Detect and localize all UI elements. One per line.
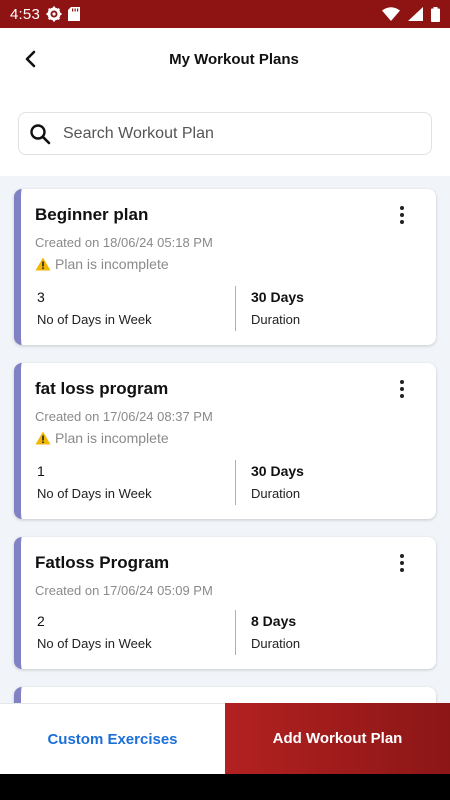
days-in-week-label: No of Days in Week <box>37 636 152 651</box>
stat-divider <box>235 610 236 655</box>
days-in-week-value: 3 <box>37 289 45 305</box>
sd-card-icon <box>68 7 80 21</box>
wifi-icon <box>382 7 400 21</box>
warning-icon <box>35 431 51 445</box>
days-in-week-stat: 3 No of Days in Week <box>37 289 152 327</box>
days-in-week-stat: 1 No of Days in Week <box>37 463 152 501</box>
plan-card[interactable] <box>14 687 436 703</box>
search-box[interactable] <box>18 112 432 155</box>
plan-warning: Plan is incomplete <box>35 430 169 446</box>
duration-value: 8 Days <box>251 613 297 629</box>
system-navigation-bar <box>0 774 450 800</box>
search-icon <box>30 123 51 144</box>
plan-warning-text: Plan is incomplete <box>55 430 169 446</box>
custom-exercises-button[interactable]: Custom Exercises <box>0 703 225 774</box>
duration-label: Duration <box>251 312 301 327</box>
plan-name: Fatloss Program <box>35 553 170 572</box>
plan-name: Beginner plan <box>35 205 149 224</box>
stat-divider <box>235 286 236 331</box>
days-in-week-value: 1 <box>37 463 45 479</box>
battery-icon <box>431 6 440 22</box>
signal-icon <box>408 7 423 21</box>
app-bar: My Workout Plans <box>0 28 450 90</box>
chevron-left-icon <box>25 50 36 68</box>
warning-icon <box>35 257 51 271</box>
plan-created-date: Created on 17/06/24 08:37 PM <box>35 409 213 424</box>
duration-stat: 30 Days Duration <box>251 289 304 327</box>
status-bar: 4:53 <box>0 0 450 28</box>
plan-card[interactable]: fat loss program Created on 17/06/24 08:… <box>14 363 436 519</box>
add-workout-plan-button[interactable]: Add Workout Plan <box>225 703 450 774</box>
page-title: My Workout Plans <box>169 50 299 68</box>
gear-icon <box>46 6 62 22</box>
status-time: 4:53 <box>10 5 40 23</box>
stat-divider <box>235 460 236 505</box>
days-in-week-stat: 2 No of Days in Week <box>37 613 152 651</box>
search-section <box>0 90 450 176</box>
plan-card[interactable]: Fatloss Program Created on 17/06/24 05:0… <box>14 537 436 669</box>
more-options-button[interactable] <box>392 205 412 225</box>
plan-card[interactable]: Beginner plan Created on 18/06/24 05:18 … <box>14 189 436 345</box>
more-vert-icon <box>400 554 404 558</box>
plan-created-date: Created on 17/06/24 05:09 PM <box>35 583 213 598</box>
plan-warning: Plan is incomplete <box>35 256 169 272</box>
duration-stat: 8 Days Duration <box>251 613 300 651</box>
more-vert-icon <box>400 206 404 210</box>
search-input[interactable] <box>63 124 383 143</box>
duration-value: 30 Days <box>251 463 304 479</box>
back-button[interactable] <box>18 46 44 72</box>
duration-label: Duration <box>251 486 301 501</box>
days-in-week-label: No of Days in Week <box>37 486 152 501</box>
plan-created-date: Created on 18/06/24 05:18 PM <box>35 235 213 250</box>
more-options-button[interactable] <box>392 553 412 573</box>
days-in-week-label: No of Days in Week <box>37 312 152 327</box>
duration-stat: 30 Days Duration <box>251 463 304 501</box>
more-options-button[interactable] <box>392 379 412 399</box>
plan-warning-text: Plan is incomplete <box>55 256 169 272</box>
workout-plan-list: Beginner plan Created on 18/06/24 05:18 … <box>0 176 450 703</box>
days-in-week-value: 2 <box>37 613 45 629</box>
duration-label: Duration <box>251 636 301 651</box>
plan-name: fat loss program <box>35 379 169 398</box>
bottom-action-bar: Custom Exercises Add Workout Plan <box>0 703 450 774</box>
more-vert-icon <box>400 380 404 384</box>
duration-value: 30 Days <box>251 289 304 305</box>
